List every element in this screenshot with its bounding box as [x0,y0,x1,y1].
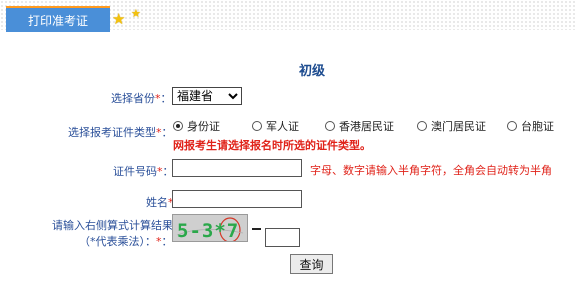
captcha-label-line2: （*代表乘法）：*： [79,235,173,248]
radio-button-icon[interactable] [417,121,427,131]
radio-hong-kong-resident-id[interactable]: 香港居民证 [325,118,417,134]
star-icon: ★ [112,10,126,28]
radio-macao-resident-id[interactable]: 澳门居民证 [417,118,507,134]
captcha-answer-input[interactable] [265,228,300,247]
id-type-radio-group: 身份证 军人证 香港居民证 澳门居民证 台胞证 [173,118,554,134]
form-title: 初级 [299,64,326,79]
radio-id-card[interactable]: 身份证 [173,118,252,134]
id-number-hint: 字母、数字请输入半角字符，全角会自动转为半角 [310,164,552,177]
query-button[interactable]: 查询 [290,254,333,274]
captcha-image: 5-3*7 [172,214,248,242]
province-select[interactable]: 福建省 [172,87,242,105]
captcha-text: 5-3*7 [177,220,239,242]
id-number-label: 证件号码*： [113,165,174,178]
id-number-input[interactable] [172,159,302,177]
captcha-image-graphic: 5-3*7 [173,215,247,242]
radio-taiwan-compatriot-id[interactable]: 台胞证 [507,118,554,134]
id-type-label: 选择报考证件类型*： [68,126,173,139]
province-label: 选择省份*： [111,92,172,105]
radio-button-icon[interactable] [325,121,335,131]
tab-print-admission-ticket[interactable]: 打印准考证 [6,6,110,32]
radio-button-icon[interactable] [507,121,517,131]
captcha-label-line1: 请输入右侧算式计算结果 [52,219,173,232]
radio-button-icon[interactable] [173,121,183,131]
name-input[interactable] [172,190,302,208]
star-icon: ★ [131,7,141,20]
captcha-dash [252,228,261,230]
id-type-warning: 网报考生请选择报名时所选的证件类型。 [173,139,371,152]
radio-button-icon[interactable] [252,121,262,131]
radio-military-id[interactable]: 军人证 [252,118,325,134]
